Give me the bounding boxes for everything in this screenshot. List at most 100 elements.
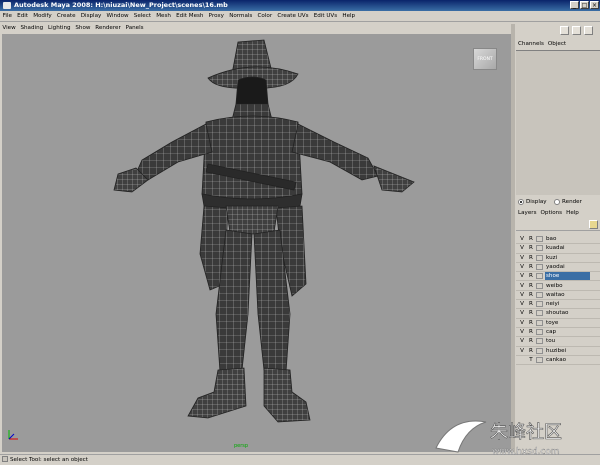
layer-row[interactable]: V Rhuzibei [516,347,600,356]
layer-visibility-toggle[interactable]: V [518,291,526,299]
layer-visibility-toggle[interactable]: V [518,319,526,327]
minimize-button[interactable]: _ [570,1,579,9]
menu-modify[interactable]: Modify [31,11,55,21]
layer-type-toggle[interactable]: R [527,291,535,299]
layer-visibility-toggle[interactable]: V [518,235,526,243]
layer-type-toggle[interactable]: R [527,263,535,271]
layer-color-swatch[interactable] [536,301,543,308]
layer-visibility-toggle[interactable]: V [518,309,526,317]
layer-name[interactable]: neiyi [545,300,590,308]
menu-normals[interactable]: Normals [227,11,255,21]
menu-edit-uvs[interactable]: Edit UVs [311,11,340,21]
layer-color-swatch[interactable] [536,356,543,363]
layer-row[interactable]: V Rbao [516,235,600,245]
layer-type-toggle[interactable]: R [527,319,535,327]
layer-name[interactable]: shoutao [545,309,590,317]
menu-color[interactable]: Color [255,11,275,21]
toggle-attribute-editor-icon[interactable] [572,26,581,35]
panel-menu-show[interactable]: Show [73,24,93,33]
layer-visibility-toggle[interactable]: V [518,254,526,262]
layer-visibility-toggle[interactable]: V [518,328,526,336]
render-mode-radio[interactable] [554,199,560,205]
panel-menu-panels[interactable]: Panels [123,24,146,33]
view-cube[interactable]: FRONT [473,48,497,70]
layer-type-toggle[interactable]: R [527,272,535,280]
layer-visibility-toggle[interactable]: V [518,337,526,345]
panel-menu-lighting[interactable]: Lighting [46,24,73,33]
layer-row[interactable]: V Ryaodai [516,263,600,273]
menu-create-uvs[interactable]: Create UVs [275,11,311,21]
layer-type-toggle[interactable]: R [527,328,535,336]
panel-menu-view[interactable]: View [0,24,18,33]
layer-type-toggle[interactable]: R [527,300,535,308]
layer-name[interactable]: shoe [545,272,590,281]
layer-name[interactable]: yaodai [545,263,590,271]
layer-visibility-toggle[interactable] [518,356,526,364]
layer-row[interactable]: V Rtoye [516,319,600,328]
layer-menu-layers[interactable]: Layers [516,209,539,218]
layer-name[interactable]: tou [545,337,590,345]
layer-name[interactable]: weibo [545,282,590,290]
menu-edit-mesh[interactable]: Edit Mesh [174,11,207,21]
layer-name[interactable]: cap [545,328,590,336]
layer-type-toggle[interactable]: R [527,347,535,355]
close-button[interactable]: × [590,1,599,9]
layer-color-swatch[interactable] [536,329,543,335]
layer-row[interactable]: V Rshoe [516,272,600,282]
layer-row[interactable]: V Rshoutao [516,309,600,319]
layer-color-swatch[interactable] [536,245,543,252]
menu-window[interactable]: Window [104,11,131,21]
menu-proxy[interactable]: Proxy [206,11,227,21]
layer-name[interactable]: bao [545,235,590,243]
layer-row[interactable]: V Rkuzi [516,254,600,263]
layer-visibility-toggle[interactable]: V [518,282,526,290]
layer-type-toggle[interactable]: R [527,254,535,262]
layer-name[interactable]: waitao [545,291,590,299]
layer-type-toggle[interactable]: R [527,282,535,290]
layer-row[interactable]: V Rweibo [516,282,600,291]
layer-row[interactable]: Tcankao [516,356,600,366]
layer-menu-options[interactable]: Options [539,209,565,218]
layer-type-toggle[interactable]: T [527,356,535,364]
tab-object[interactable]: Object [546,39,568,49]
menu-create[interactable]: Create [54,11,78,21]
menu-mesh[interactable]: Mesh [154,11,174,21]
layer-type-toggle[interactable]: R [527,309,535,317]
layer-color-swatch[interactable] [536,338,543,345]
layer-type-toggle[interactable]: R [527,337,535,345]
layer-menu-help[interactable]: Help [564,209,581,218]
toggle-tool-settings-icon[interactable] [584,26,593,35]
layer-row[interactable]: V Rwaitao [516,291,600,301]
layer-visibility-toggle[interactable]: V [518,272,526,280]
layer-color-swatch[interactable] [536,273,543,280]
layer-name[interactable]: cankao [545,356,590,364]
menu-help[interactable]: Help [340,11,358,21]
tab-channels[interactable]: Channels [516,39,546,49]
layer-color-swatch[interactable] [536,282,543,289]
layer-color-swatch[interactable] [536,319,543,326]
layer-visibility-toggle[interactable]: V [518,347,526,355]
layer-row[interactable]: V Rcap [516,328,600,338]
panel-menu-renderer[interactable]: Renderer [93,24,123,33]
menu-select[interactable]: Select [131,11,153,21]
layer-type-toggle[interactable]: R [527,244,535,252]
layer-color-swatch[interactable] [536,291,543,298]
layer-row[interactable]: V Rkuadai [516,244,600,254]
layer-name[interactable]: huzibei [545,347,590,355]
create-layer-icon[interactable] [589,220,598,229]
layer-color-swatch[interactable] [536,236,543,242]
layer-color-swatch[interactable] [536,347,543,354]
menu-file[interactable]: File [0,11,15,21]
panel-splitter[interactable] [511,24,515,452]
toggle-channel-box-icon[interactable] [560,26,569,35]
layer-row[interactable]: V Rtou [516,337,600,347]
perspective-viewport[interactable] [2,34,511,452]
layer-color-swatch[interactable] [536,310,543,317]
layer-name[interactable]: toye [545,319,590,327]
channel-box-area[interactable] [516,50,600,195]
display-mode-radio[interactable] [518,199,524,205]
layer-color-swatch[interactable] [536,254,543,261]
layer-visibility-toggle[interactable]: V [518,300,526,308]
layer-row[interactable]: V Rneiyi [516,300,600,310]
layer-name[interactable]: kuzi [545,254,590,262]
